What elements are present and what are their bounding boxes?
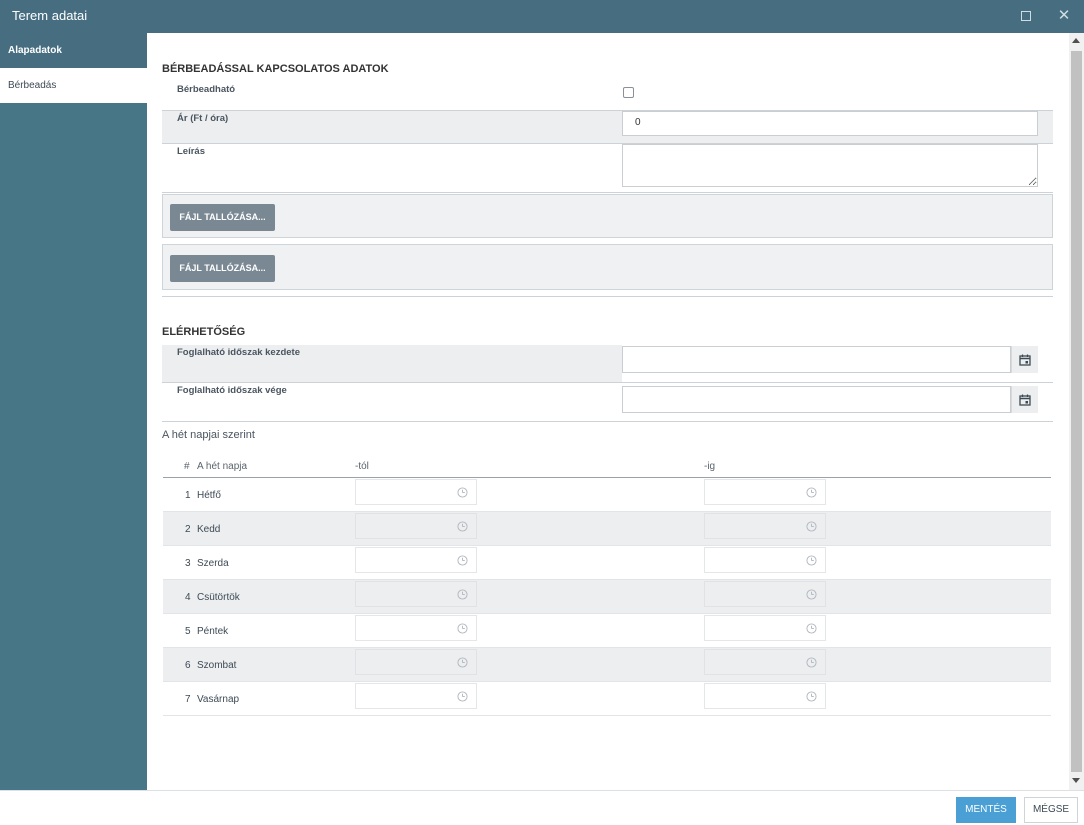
clock-icon [457, 521, 468, 532]
day-number: 7 [185, 694, 191, 705]
table-row: 7 Vasárnap [163, 682, 1051, 716]
day-number: 1 [185, 490, 191, 501]
description-label: Leírás [177, 146, 205, 157]
to-time-input[interactable] [704, 513, 826, 539]
col-header-to: -ig [704, 461, 716, 472]
day-name: Szerda [197, 558, 229, 569]
to-time-input[interactable] [704, 615, 826, 641]
from-time-input[interactable] [355, 547, 477, 573]
clock-icon [806, 623, 817, 634]
clock-icon [806, 589, 817, 600]
dialog-footer: MENTÉS MÉGSE [0, 790, 1084, 825]
end-date-input[interactable] [622, 386, 1011, 413]
to-time-input[interactable] [704, 683, 826, 709]
col-header-day: A hét napja [197, 461, 248, 472]
clock-icon [806, 521, 817, 532]
scrollbar-thumb[interactable] [1071, 51, 1082, 772]
to-time-input[interactable] [704, 581, 826, 607]
close-button[interactable]: ✕ [1055, 7, 1073, 25]
table-row: 6 Szombat [163, 648, 1051, 682]
price-input[interactable]: 0 [622, 111, 1038, 136]
day-number: 6 [185, 660, 191, 671]
clock-icon [806, 487, 817, 498]
start-date-input[interactable] [622, 346, 1011, 373]
day-name: Kedd [197, 524, 221, 535]
sidebar-item-alapadatok[interactable]: Alapadatok [0, 33, 147, 68]
to-time-input[interactable] [704, 547, 826, 573]
day-name: Vasárnap [197, 694, 240, 705]
col-header-num: # [184, 461, 190, 472]
clock-icon [457, 589, 468, 600]
rentable-label: Bérbeadható [177, 84, 236, 95]
price-label: Ár (Ft / óra) [177, 113, 229, 124]
day-number: 4 [185, 592, 191, 603]
day-name: Péntek [197, 626, 229, 637]
window-titlebar: Terem adatai ✕ [0, 0, 1084, 33]
scroll-down-icon[interactable] [1072, 778, 1080, 783]
clock-icon [806, 657, 817, 668]
main-content: BÉRBEADÁSSAL KAPCSOLATOS ADATOK Bérbeadh… [147, 33, 1069, 790]
file-upload-box-2: FÁJL TALLÓZÁSA... [162, 244, 1053, 290]
save-button[interactable]: MENTÉS [956, 797, 1016, 823]
close-icon: ✕ [1057, 7, 1071, 24]
file-upload-box-1: FÁJL TALLÓZÁSA... [162, 194, 1053, 238]
file-browse-button[interactable]: FÁJL TALLÓZÁSA... [170, 204, 275, 231]
from-time-input[interactable] [355, 683, 477, 709]
sidebar-item-label: Alapadatok [8, 45, 62, 56]
start-date-label: Foglalható időszak kezdete [177, 347, 300, 358]
table-row: 2 Kedd [163, 512, 1051, 546]
sidebar-item-label: Bérbeadás [8, 80, 57, 91]
table-row: 3 Szerda [163, 546, 1051, 580]
day-name: Csütörtök [197, 592, 240, 603]
table-row: 4 Csütörtök [163, 580, 1051, 614]
from-time-input[interactable] [355, 513, 477, 539]
sidebar-item-berbeadas[interactable]: Bérbeadás [0, 68, 147, 103]
clock-icon [457, 623, 468, 634]
rental-section-title: BÉRBEADÁSSAL KAPCSOLATOS ADATOK [162, 63, 389, 75]
description-textarea[interactable] [622, 144, 1038, 187]
clock-icon [457, 555, 468, 566]
from-time-input[interactable] [355, 581, 477, 607]
sidebar: Alapadatok Bérbeadás [0, 33, 147, 790]
day-number: 3 [185, 558, 191, 569]
table-row: 5 Péntek [163, 614, 1051, 648]
day-number: 2 [185, 524, 191, 535]
from-time-input[interactable] [355, 479, 477, 505]
clock-icon [457, 691, 468, 702]
calendar-icon [1019, 354, 1031, 366]
window-title: Terem adatai [12, 8, 88, 23]
maximize-button[interactable] [1017, 7, 1035, 25]
day-name: Hétfő [197, 490, 221, 501]
day-number: 5 [185, 626, 191, 637]
vertical-scrollbar[interactable] [1069, 33, 1084, 790]
clock-icon [806, 555, 817, 566]
cancel-button[interactable]: MÉGSE [1024, 797, 1078, 823]
to-time-input[interactable] [704, 479, 826, 505]
weekdays-title: A hét napjai szerint [162, 429, 255, 441]
calendar-icon [1019, 394, 1031, 406]
from-time-input[interactable] [355, 649, 477, 675]
scroll-up-icon[interactable] [1072, 38, 1080, 43]
clock-icon [457, 657, 468, 668]
col-header-from: -tól [355, 461, 369, 472]
clock-icon [806, 691, 817, 702]
start-date-picker-button[interactable] [1011, 346, 1038, 373]
availability-section-title: ELÉRHETŐSÉG [162, 326, 246, 338]
from-time-input[interactable] [355, 615, 477, 641]
rentable-checkbox[interactable] [623, 87, 634, 98]
maximize-icon [1021, 11, 1031, 21]
day-name: Szombat [197, 660, 237, 671]
end-date-label: Foglalható időszak vége [177, 385, 287, 396]
table-row: 1 Hétfő [163, 478, 1051, 512]
to-time-input[interactable] [704, 649, 826, 675]
clock-icon [457, 487, 468, 498]
file-browse-button[interactable]: FÁJL TALLÓZÁSA... [170, 255, 275, 282]
end-date-picker-button[interactable] [1011, 386, 1038, 413]
